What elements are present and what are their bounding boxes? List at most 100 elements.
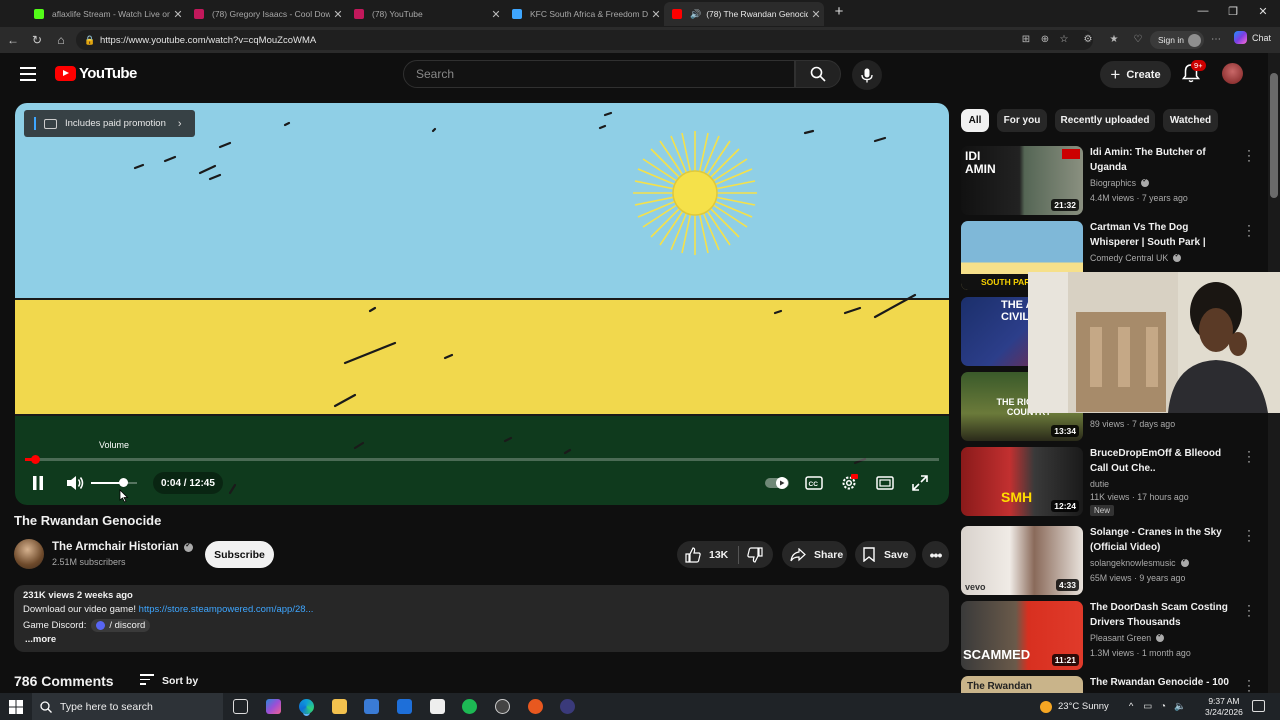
voice-search-button[interactable] (852, 60, 882, 90)
video-thumbnail[interactable]: SCAMMED 11:21 (961, 601, 1083, 670)
description-link[interactable]: https://store.steampowered.com/app/28... (139, 604, 314, 615)
browser-tab[interactable]: aflaxlife Stream - Watch Live on K ✕ (26, 2, 186, 26)
app-taskbar-icon[interactable] (495, 699, 510, 714)
account-avatar[interactable] (1222, 63, 1243, 84)
video-thumbnail[interactable]: SMH 12:24 (961, 447, 1083, 516)
tray-chevron-icon[interactable]: ^ (1129, 701, 1133, 712)
video-title[interactable]: Cartman Vs The Dog Whisperer | South Par… (1090, 221, 1240, 250)
network-icon[interactable]: ▭ (1143, 701, 1152, 712)
tab-close-icon[interactable]: ✕ (808, 8, 824, 21)
save-button[interactable]: Save (855, 541, 916, 568)
settings-button[interactable] (838, 472, 860, 494)
autoplay-toggle[interactable] (765, 472, 791, 494)
create-button[interactable]: + Create (1100, 61, 1171, 88)
edge-taskbar-icon[interactable] (299, 699, 314, 714)
recommended-video[interactable]: SCAMMED 11:21 The DoorDash Scam Costing … (961, 599, 1261, 671)
tab-close-icon[interactable]: ✕ (648, 8, 664, 21)
search-button[interactable] (795, 60, 841, 88)
back-icon[interactable]: ← (5, 32, 21, 48)
restore-icon[interactable]: ❐ (1218, 5, 1248, 18)
thumbs-down-icon[interactable] (747, 546, 763, 563)
windows-start-icon[interactable] (9, 700, 23, 714)
fullscreen-button[interactable] (909, 472, 931, 494)
video-title[interactable]: Idi Amin: The Butcher of Uganda (1090, 146, 1240, 175)
copilot-chat-button[interactable]: Chat (1234, 31, 1271, 44)
more-actions-button[interactable]: ••• (922, 541, 949, 568)
home-icon[interactable]: ⌂ (53, 32, 69, 48)
app-taskbar-icon[interactable] (528, 699, 543, 714)
theater-mode-button[interactable] (874, 472, 896, 494)
wifi-icon[interactable]: ◔ (1160, 701, 1166, 712)
video-player[interactable]: Includes paid promotion › Volume 0:04 / … (15, 103, 949, 505)
extensions-icon[interactable]: ⚙ (1082, 34, 1094, 46)
video-title[interactable]: The DoorDash Scam Costing Drivers Thousa… (1090, 601, 1240, 630)
app-icon[interactable]: ⊞ (1020, 34, 1032, 46)
discord-link[interactable]: / discord (91, 619, 151, 632)
show-more-link[interactable]: ...more (25, 634, 56, 645)
browser-tab-active[interactable]: 🔊 (78) The Rwandan Genocide ✕ (664, 2, 824, 26)
paid-promotion-badge[interactable]: Includes paid promotion › (24, 110, 195, 137)
search-input[interactable] (416, 67, 794, 81)
description-box[interactable]: 231K views 2 weeks ago Download our vide… (14, 585, 949, 652)
more-vertical-icon[interactable]: · · · (1246, 144, 1252, 166)
menu-icon[interactable] (20, 67, 36, 81)
video-thumbnail[interactable]: The Rwandan (961, 676, 1083, 693)
notifications-center-icon[interactable] (1252, 700, 1265, 712)
subscribe-button[interactable]: Subscribe (205, 541, 274, 568)
tab-close-icon[interactable]: ✕ (488, 8, 504, 21)
video-title[interactable]: BruceDropEmOff & Blleood Call Out Che.. (1090, 447, 1240, 476)
file-explorer-icon[interactable] (332, 699, 347, 714)
pause-button[interactable] (27, 472, 49, 494)
video-title[interactable]: Solange - Cranes in the Sky (Official Vi… (1090, 526, 1240, 555)
browser-tab[interactable]: (78) YouTube ✕ (346, 2, 504, 26)
video-channel[interactable]: Biographics (1090, 177, 1149, 188)
speaker-icon[interactable]: 🔈 (1174, 701, 1186, 712)
volume-slider[interactable] (91, 478, 137, 487)
progress-bar[interactable] (25, 455, 939, 464)
video-channel[interactable]: solangeknowlesmusic (1090, 557, 1189, 568)
tab-audio-icon[interactable]: 🔊 (690, 9, 701, 20)
video-channel[interactable]: Comedy Central UK (1090, 252, 1182, 263)
more-vertical-icon[interactable]: · · · (1246, 219, 1252, 241)
close-window-icon[interactable]: ✕ (1248, 5, 1278, 18)
volume-knob[interactable] (119, 478, 129, 487)
recommended-video[interactable]: The Rwandan The Rwandan Genocide - 100 ·… (961, 676, 1261, 693)
more-vertical-icon[interactable]: · · · (1246, 599, 1252, 621)
channel-avatar[interactable] (14, 539, 44, 569)
chip-for-you[interactable]: For you (997, 109, 1047, 132)
recommended-video[interactable]: IDI AMIN 21:32 Idi Amin: The Butcher of … (961, 144, 1261, 216)
chip-all[interactable]: All (961, 109, 989, 132)
address-bar[interactable]: 🔒 https://www.youtube.com/watch?v=cqMouZ… (76, 30, 1093, 50)
spotify-icon[interactable] (462, 699, 477, 714)
recommended-video[interactable]: vevo 4:33 Solange - Cranes in the Sky (O… (961, 524, 1261, 596)
recommended-video[interactable]: SMH 12:24 BruceDropEmOff & Blleood Call … (961, 445, 1261, 517)
notepad-icon[interactable] (430, 699, 445, 714)
minimize-icon[interactable]: — (1188, 5, 1218, 17)
tab-close-icon[interactable]: ✕ (170, 8, 186, 21)
mail-icon[interactable] (397, 699, 412, 714)
video-channel[interactable]: dutie (1090, 479, 1109, 489)
microsoft-store-icon[interactable] (364, 699, 379, 714)
scrollbar-thumb[interactable] (1270, 73, 1278, 198)
youtube-logo[interactable]: YouTube (55, 65, 137, 82)
like-button[interactable]: 13K (677, 546, 728, 563)
tab-close-icon[interactable]: ✕ (330, 8, 346, 21)
share-button[interactable]: Share (782, 541, 847, 568)
favorite-star-icon[interactable]: ☆ (1058, 34, 1070, 46)
chip-recently-uploaded[interactable]: Recently uploaded (1055, 109, 1155, 132)
sort-by-button[interactable]: Sort by (140, 674, 198, 688)
video-title[interactable]: The Rwandan Genocide - 100 (1090, 676, 1240, 691)
copilot-taskbar-icon[interactable] (266, 699, 281, 714)
browser-tab[interactable]: KFC South Africa & Freedom Drea ✕ (504, 2, 664, 26)
new-tab-button[interactable]: + (824, 3, 854, 20)
mute-button[interactable] (64, 472, 86, 494)
task-view-icon[interactable] (233, 699, 248, 714)
more-vertical-icon[interactable]: · · · (1246, 676, 1252, 693)
taskbar-search[interactable]: Type here to search (32, 693, 223, 720)
subtitles-button[interactable]: CC (803, 472, 825, 494)
more-vertical-icon[interactable]: · · · (1246, 445, 1252, 467)
notifications-button[interactable]: 9+ (1181, 60, 1206, 83)
favorites-icon[interactable]: ★ (1108, 34, 1120, 46)
taskbar-clock[interactable]: 9:37 AM 3/24/2026 (1205, 696, 1243, 718)
channel-name[interactable]: The Armchair Historian (52, 541, 193, 553)
